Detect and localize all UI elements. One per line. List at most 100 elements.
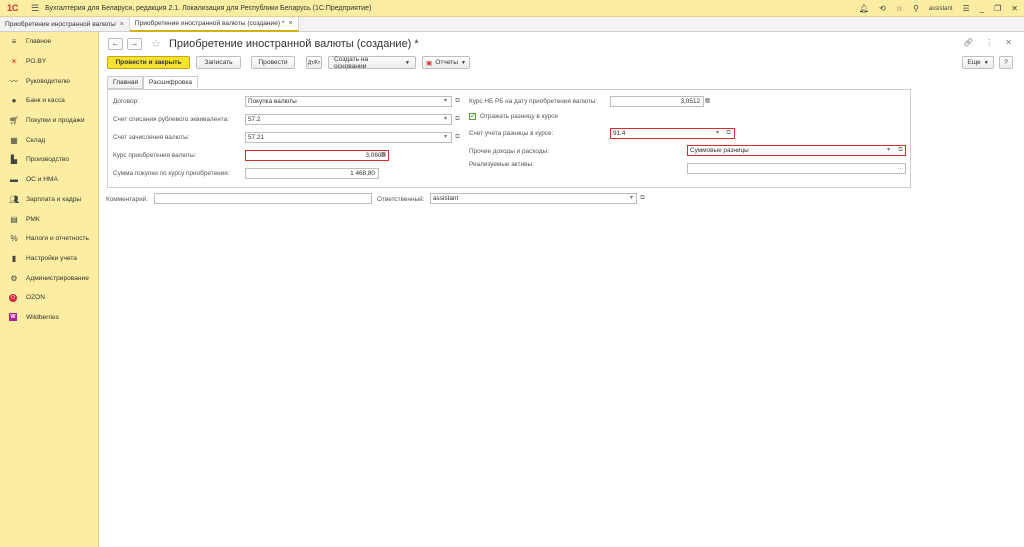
post-and-close-button[interactable]: Провести и закрыть bbox=[107, 56, 190, 69]
sidebar-item-settings[interactable]: ▮ Настройки учета bbox=[0, 249, 98, 269]
chevron-down-icon[interactable]: ▾ bbox=[441, 96, 450, 107]
window-tab-active[interactable]: Приобретение иностранной валюты (создани… bbox=[129, 17, 299, 32]
sidebar-item-ozon[interactable]: O OZON bbox=[0, 288, 98, 308]
sidebar-item-production[interactable]: ▙ Производство bbox=[0, 150, 98, 170]
assets-label: Реализуемые активы: bbox=[469, 161, 534, 168]
chevron-down-icon[interactable]: ▾ bbox=[884, 145, 893, 156]
truck-icon: ▬ bbox=[10, 175, 18, 185]
chevron-down-icon[interactable]: ▾ bbox=[713, 128, 722, 139]
create-based-on-button[interactable]: Создать на основании ▼ bbox=[328, 56, 416, 70]
tab-main[interactable]: Главная bbox=[107, 76, 143, 89]
sidebar-item-label: OZON bbox=[26, 294, 46, 302]
chevron-down-icon: ▼ bbox=[461, 59, 466, 66]
sidebar-item-taxes[interactable]: % Налоги и отчетность bbox=[0, 229, 98, 249]
sidebar-item-salary[interactable]: 👥︎ Зарплата и кадры bbox=[0, 190, 98, 210]
credit-account-field[interactable]: 57.21 bbox=[245, 132, 452, 143]
restore-icon[interactable]: ❐ bbox=[994, 4, 1001, 13]
open-link-icon[interactable]: ⧉ bbox=[453, 114, 462, 125]
sidebar-item-rmk[interactable]: ▤ РМК bbox=[0, 209, 98, 229]
purchase-amount-field[interactable]: 1 468,80 bbox=[245, 168, 379, 179]
sidebar-item-main[interactable]: ≡ Главное bbox=[0, 32, 98, 52]
chevron-down-icon[interactable]: ▾ bbox=[441, 132, 450, 143]
reports-button[interactable]: ▣ Отчеты ▼ bbox=[422, 56, 470, 69]
link-icon[interactable]: 🔗︎ bbox=[963, 38, 973, 47]
sun-icon: ☀ bbox=[10, 57, 18, 67]
contract-field[interactable]: Покупка валюты bbox=[245, 96, 452, 107]
chevron-down-icon[interactable]: ▾ bbox=[627, 193, 636, 204]
minimize-icon[interactable]: _ bbox=[980, 4, 984, 13]
sidebar-item-label: Производство bbox=[26, 156, 69, 164]
sidebar-item-poby[interactable]: ☀ PO.BY bbox=[0, 52, 98, 72]
open-link-icon[interactable]: ⧉ bbox=[453, 96, 462, 107]
close-form-icon[interactable]: ✕ bbox=[1005, 38, 1012, 47]
sidebar-item-label: Главное bbox=[26, 38, 52, 46]
warehouse-icon: ▦ bbox=[10, 135, 18, 145]
nb-rate-field[interactable]: 3,0512 bbox=[610, 96, 704, 107]
sidebar-item-manager[interactable]: 〰 Руководителю bbox=[0, 71, 98, 91]
comment-field[interactable] bbox=[154, 193, 372, 204]
more-vertical-icon[interactable]: ⋮ bbox=[985, 38, 993, 47]
factory-icon: ▙ bbox=[10, 155, 18, 165]
window-tab[interactable]: Приобретение иностранной валюты × bbox=[0, 17, 130, 32]
close-tab-icon[interactable]: × bbox=[288, 20, 292, 27]
tab-breakdown[interactable]: Расшифровка bbox=[143, 76, 198, 89]
back-button[interactable]: ← bbox=[108, 38, 123, 50]
title-bar: 1С ☰ Бухгалтерия для Беларуси, редакция … bbox=[0, 0, 1024, 17]
sidebar-item-label: Администрирование bbox=[26, 274, 89, 282]
sidebar-item-assets[interactable]: ▬ ОС и НМА bbox=[0, 170, 98, 190]
forward-button[interactable]: → bbox=[127, 38, 142, 50]
sidebar-item-label: Руководителю bbox=[26, 77, 70, 85]
close-icon[interactable]: ✕ bbox=[1011, 4, 1018, 13]
favorite-star-icon[interactable]: ☆ bbox=[151, 37, 161, 50]
open-link-icon[interactable]: ⧉ bbox=[453, 132, 462, 143]
journal-entries-icon[interactable]: Дт/Кт bbox=[306, 56, 322, 69]
titlebar-tools: 🔔︎ ⟲ ☆ ⚲ assistant ☰ _ ❐ ✕ bbox=[859, 0, 1018, 17]
sidebar-item-admin[interactable]: ⚙ Администрирование bbox=[0, 268, 98, 288]
close-tab-icon[interactable]: × bbox=[120, 21, 124, 28]
search-icon[interactable]: ⚲ bbox=[913, 4, 919, 13]
responsible-field[interactable]: assistant bbox=[430, 193, 637, 204]
history-icon[interactable]: ⟲ bbox=[879, 4, 886, 13]
sidebar-item-label: Зарплата и кадры bbox=[26, 195, 82, 203]
debit-account-field[interactable]: 57.2 bbox=[245, 114, 452, 125]
open-link-icon[interactable]: ⧉ bbox=[638, 193, 647, 204]
sidebar-item-purchases[interactable]: 🛒︎ Покупки и продажи bbox=[0, 111, 98, 131]
sidebar-item-wildberries[interactable]: W Wildberries bbox=[0, 308, 98, 328]
open-link-icon[interactable]: ⧉ bbox=[896, 145, 905, 156]
page-title: Приобретение иностранной валюты (создани… bbox=[169, 38, 419, 50]
comment-label: Комментарий: bbox=[106, 196, 149, 203]
main-menu-icon[interactable]: ☰ bbox=[31, 3, 39, 14]
sections-sidebar: ≡ Главное ☀ PO.BY 〰 Руководителю ● Банк и ка… bbox=[0, 32, 99, 547]
post-button[interactable]: Провести bbox=[251, 56, 295, 69]
report-icon: ▣ bbox=[426, 59, 433, 67]
select-ellipsis-icon[interactable]: … bbox=[896, 163, 905, 174]
purchase-rate-label: Курс приобретения валюты: bbox=[113, 152, 197, 159]
tax-icon: % bbox=[10, 234, 18, 244]
user-name[interactable]: assistant bbox=[929, 6, 953, 12]
favorites-icon[interactable]: ☆ bbox=[896, 4, 903, 13]
help-button[interactable]: ? bbox=[999, 56, 1013, 69]
reflect-diff-checkbox[interactable]: ✓ bbox=[469, 113, 476, 120]
register-icon: ▤ bbox=[10, 214, 18, 224]
sidebar-item-bank[interactable]: ● Банк и касса bbox=[0, 91, 98, 111]
sidebar-item-label: Склад bbox=[26, 136, 46, 144]
sidebar-item-warehouse[interactable]: ▦ Склад bbox=[0, 130, 98, 150]
assets-field[interactable] bbox=[687, 163, 906, 174]
chevron-down-icon[interactable]: ▾ bbox=[441, 114, 450, 125]
diff-account-label: Счет учета разницы в курсе: bbox=[469, 130, 554, 137]
other-income-field[interactable]: Суммовые разницы bbox=[687, 145, 906, 156]
more-button[interactable]: Еще ▼ bbox=[962, 56, 994, 69]
open-link-icon[interactable]: ⧉ bbox=[724, 128, 733, 139]
reports-label: Отчеты bbox=[435, 59, 459, 66]
nb-rate-label: Курс НБ РБ на дату приобретения валюты: bbox=[469, 98, 598, 105]
save-button[interactable]: Записать bbox=[196, 56, 241, 69]
settings-icon[interactable]: ☰ bbox=[963, 4, 970, 13]
calculator-icon[interactable]: ▦ bbox=[703, 96, 712, 107]
sidebar-item-label: Банк и касса bbox=[26, 97, 65, 105]
calculator-icon[interactable]: ▦ bbox=[379, 150, 388, 161]
purchase-rate-field[interactable]: 3,0600 bbox=[245, 150, 389, 161]
sidebar-item-label: PO.BY bbox=[26, 58, 47, 66]
sidebar-item-label: ОС и НМА bbox=[26, 176, 58, 184]
debit-account-label: Счет списания рублевого эквивалента: bbox=[113, 116, 229, 123]
bell-icon[interactable]: 🔔︎ bbox=[859, 4, 869, 13]
